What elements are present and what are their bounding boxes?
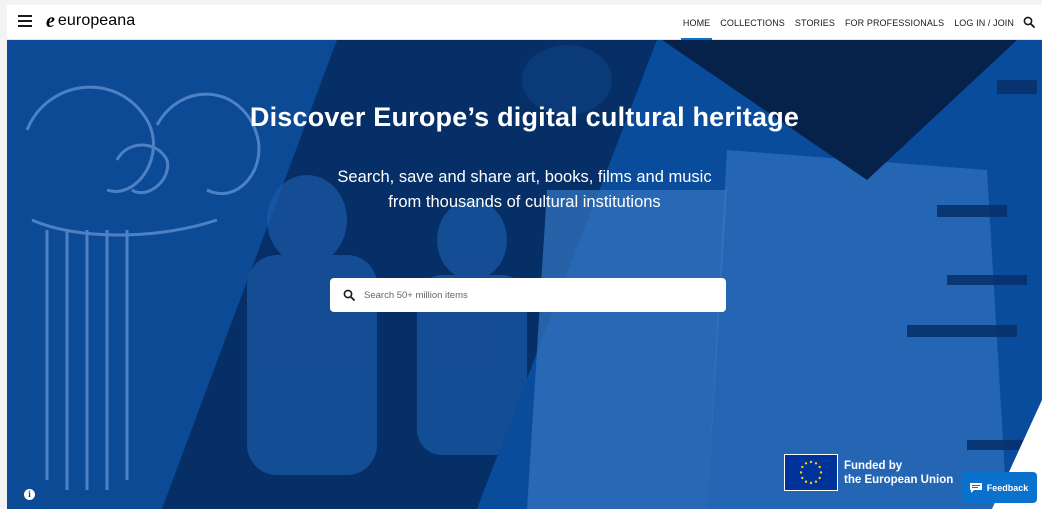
- feedback-button[interactable]: Feedback: [961, 472, 1037, 503]
- search-input[interactable]: [364, 278, 714, 312]
- hero-subtitle-line-1: Search, save and share art, books, films…: [337, 168, 712, 186]
- europeana-logo[interactable]: e europeana: [46, 11, 135, 31]
- hero-headline: Discover Europe’s digital cultural herit…: [249, 102, 800, 132]
- hero-subtitle-line-2: from thousands of cultural institutions: [388, 193, 661, 211]
- feedback-icon: [969, 482, 982, 493]
- search-box[interactable]: [330, 278, 726, 312]
- nav-collections[interactable]: COLLECTIONS: [720, 5, 785, 40]
- eu-funding-banner: Funded by the European Union: [784, 454, 953, 491]
- logo-mark: e: [46, 10, 55, 32]
- eu-funding-line-2: the European Union: [844, 473, 954, 486]
- info-icon[interactable]: i: [24, 489, 35, 500]
- search-icon[interactable]: [1023, 16, 1035, 28]
- main-nav: HOME COLLECTIONS STORIES FOR PROFESSIONA…: [680, 5, 1014, 40]
- nav-stories[interactable]: STORIES: [795, 5, 835, 40]
- menu-icon[interactable]: [18, 15, 32, 29]
- hero-banner: Discover Europe’s digital cultural herit…: [7, 40, 1042, 509]
- top-navigation-bar: e europeana HOME COLLECTIONS STORIES FOR…: [7, 5, 1042, 40]
- feedback-label: Feedback: [986, 482, 1029, 493]
- eu-flag-icon: [784, 454, 838, 491]
- nav-for-professionals[interactable]: FOR PROFESSIONALS: [845, 5, 944, 40]
- eu-funding-line-1: Funded by: [844, 459, 903, 472]
- search-icon: [343, 289, 355, 301]
- logo-text: europeana: [57, 12, 136, 29]
- nav-login-join[interactable]: LOG IN / JOIN: [954, 5, 1014, 40]
- nav-home[interactable]: HOME: [680, 5, 713, 40]
- page: e europeana HOME COLLECTIONS STORIES FOR…: [7, 5, 1042, 509]
- eu-funding-text: Funded by the European Union: [844, 459, 953, 487]
